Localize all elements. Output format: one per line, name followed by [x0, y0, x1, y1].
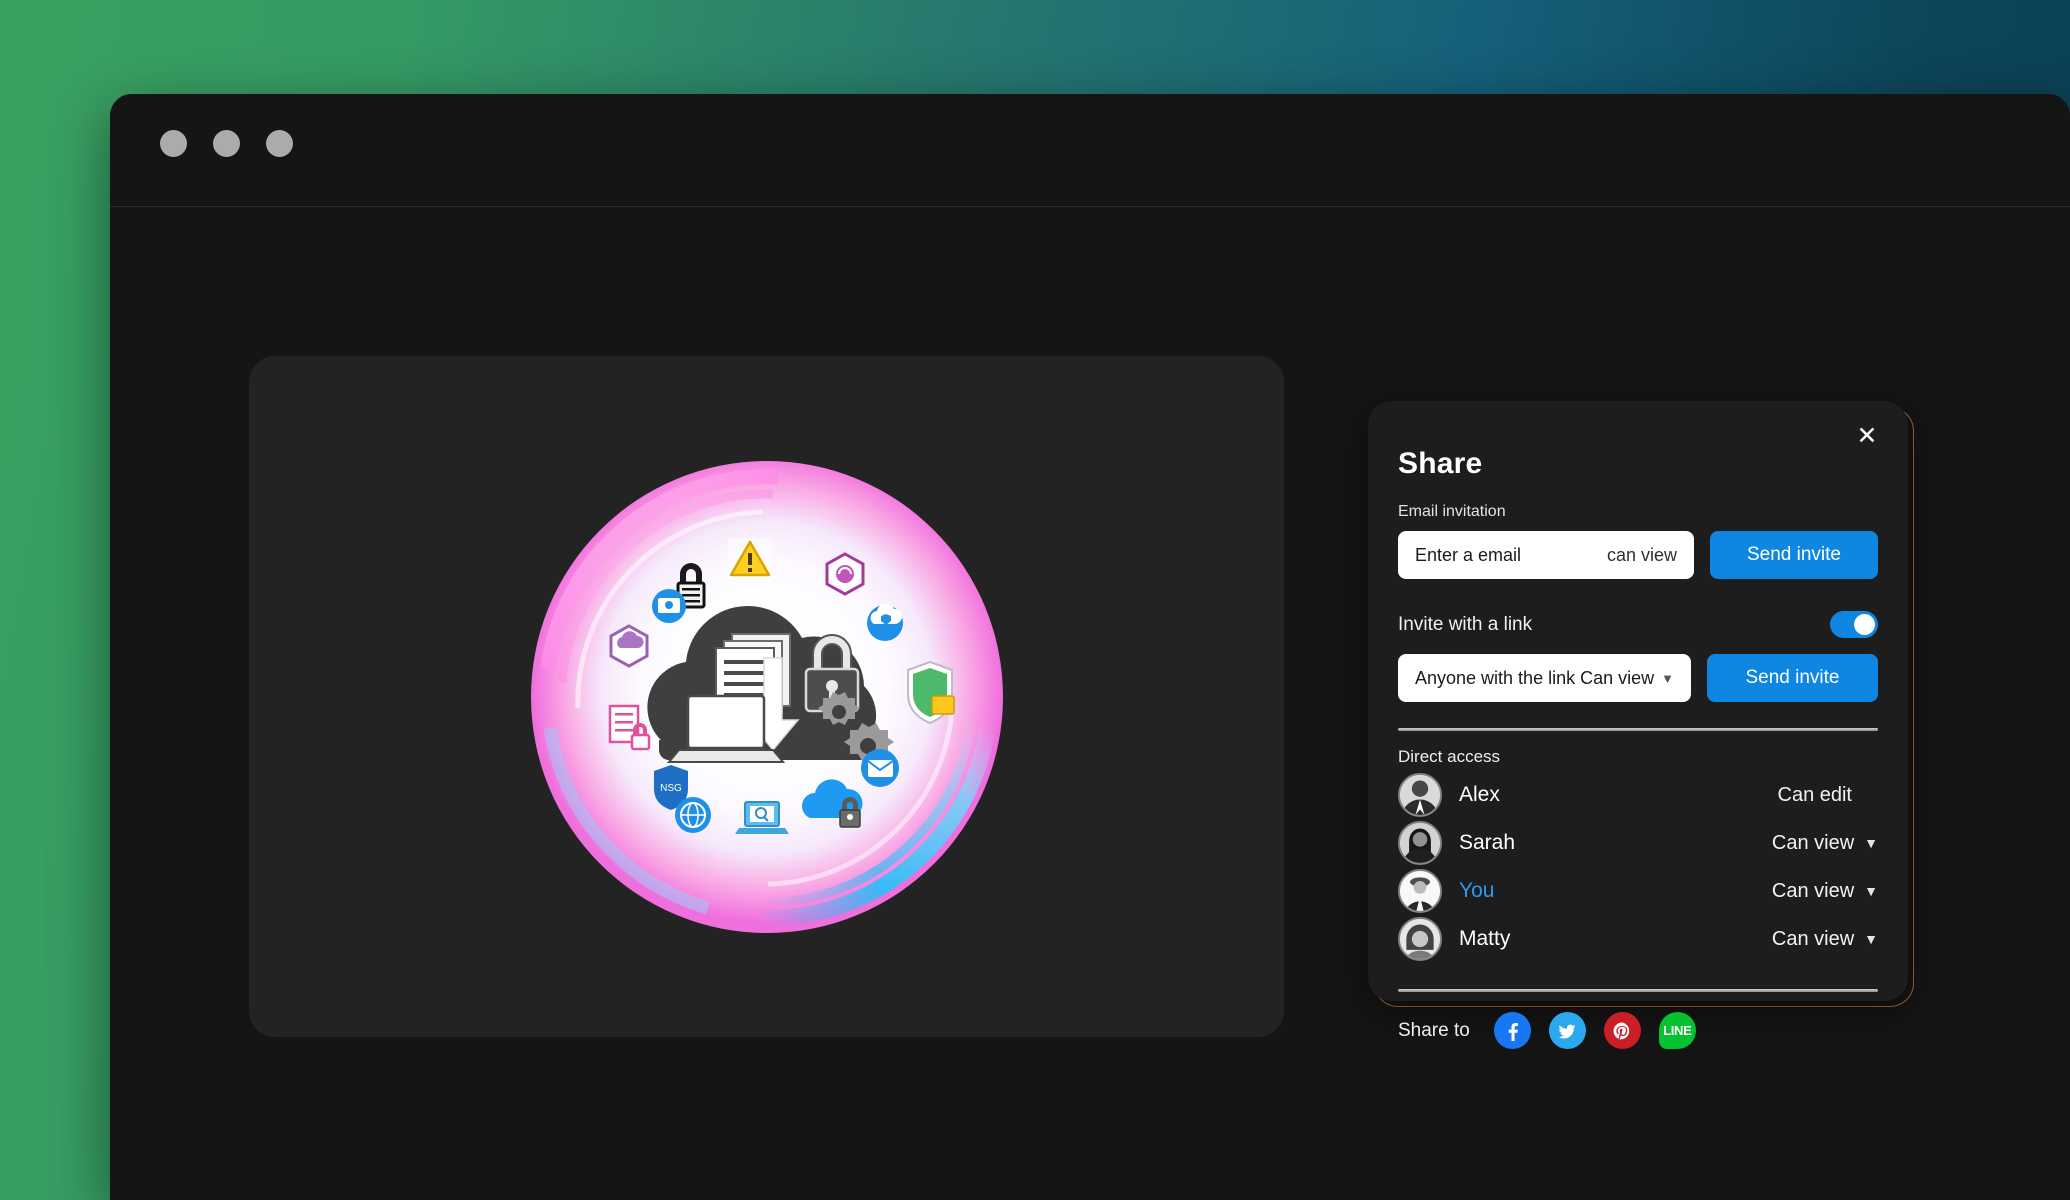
email-permission-label[interactable]: can view [1607, 545, 1677, 566]
send-invite-link-button[interactable]: Send invite [1706, 654, 1878, 702]
avatar [1398, 917, 1442, 961]
browser-window: NSG ✕ Share Email invitation Enter a ema… [110, 94, 2070, 1200]
invite-with-link-label: Invite with a link [1398, 613, 1533, 635]
share-to-row: Share to LINE [1398, 1012, 1878, 1049]
avatar [1398, 821, 1442, 865]
close-dot[interactable] [160, 130, 187, 157]
mail-secure-icon [860, 748, 899, 787]
chevron-down-icon: ▼ [1864, 835, 1878, 851]
svg-text:NSG: NSG [660, 783, 682, 794]
window-titlebar [110, 94, 2070, 207]
email-input-placeholder: Enter a email [1415, 544, 1522, 565]
facebook-icon[interactable] [1493, 1012, 1531, 1049]
chevron-down-icon: ▼ [1864, 883, 1878, 899]
line-icon[interactable]: LINE [1658, 1012, 1696, 1049]
permission-value: Can view [1771, 879, 1855, 902]
link-permission-value: Anyone with the link Can view [1415, 667, 1655, 688]
content-card: NSG [249, 356, 1284, 1037]
email-invite-row: Enter a email can view Send invite [1398, 531, 1878, 579]
direct-access-list: Alex Can edit Sarah Can view ▼ You Can v… [1398, 771, 1878, 963]
share-to-label: Share to [1398, 1019, 1470, 1041]
permission-value: Can edit [1777, 783, 1853, 806]
person-permission[interactable]: Can view ▼ [1772, 880, 1878, 903]
link-permission-row: Anyone with the link Can view ▼ Send inv… [1398, 654, 1878, 702]
person-permission[interactable]: Can view ▼ [1772, 928, 1878, 951]
person-name: Alex [1459, 783, 1500, 806]
close-icon[interactable]: ✕ [1850, 419, 1884, 453]
direct-access-label: Direct access [1398, 747, 1501, 766]
avatar [1398, 869, 1442, 913]
invite-link-toggle[interactable] [1830, 611, 1878, 638]
person-permission[interactable]: Can edit [1778, 784, 1879, 807]
minimize-dot[interactable] [213, 130, 240, 157]
toggle-knob [1854, 614, 1875, 635]
person-name: You [1459, 879, 1495, 902]
cloud-security-sphere-illustration: NSG [530, 460, 1003, 933]
green-shield-lock-icon [906, 660, 955, 724]
data-protection-hexagon-icon [609, 623, 648, 668]
email-input[interactable]: Enter a email can view [1398, 531, 1694, 579]
warning-triangle-icon [727, 537, 772, 580]
chevron-down-icon: ▼ [1661, 670, 1674, 686]
twitter-icon[interactable] [1548, 1012, 1586, 1049]
window-workspace: NSG ✕ Share Email invitation Enter a ema… [110, 207, 2070, 1200]
table-row[interactable]: Alex Can edit [1398, 771, 1878, 819]
shield-hexagon-purple-icon [825, 551, 864, 596]
monitor-secure-icon [651, 588, 686, 623]
traffic-light-dots [160, 130, 293, 157]
avatar [1398, 773, 1442, 817]
panel-title: Share [1398, 447, 1483, 480]
share-panel: ✕ Share Email invitation Enter a email c… [1368, 401, 1908, 1049]
chevron-down-icon: ▼ [1864, 931, 1878, 947]
link-permission-select[interactable]: Anyone with the link Can view ▼ [1398, 654, 1691, 702]
table-row[interactable]: Sarah Can view ▼ [1398, 819, 1878, 867]
person-permission[interactable]: Can view ▼ [1772, 832, 1878, 855]
maximize-dot[interactable] [266, 130, 293, 157]
invite-with-link-row: Invite with a link [1398, 611, 1878, 638]
divider-bottom [1398, 989, 1878, 992]
send-invite-email-button[interactable]: Send invite [1710, 531, 1878, 579]
globe-secure-icon [674, 796, 711, 833]
divider-top [1398, 728, 1878, 731]
person-name: Sarah [1459, 831, 1516, 854]
table-row[interactable]: You Can view ▼ [1398, 867, 1878, 915]
table-row[interactable]: Matty Can view ▼ [1398, 915, 1878, 963]
email-invitation-label: Email invitation [1398, 503, 1506, 520]
permission-value: Can view [1771, 927, 1855, 950]
permission-value: Can view [1771, 831, 1855, 854]
person-name: Matty [1459, 927, 1511, 950]
line-label: LINE [1663, 1023, 1692, 1038]
pinterest-icon[interactable] [1603, 1012, 1641, 1049]
